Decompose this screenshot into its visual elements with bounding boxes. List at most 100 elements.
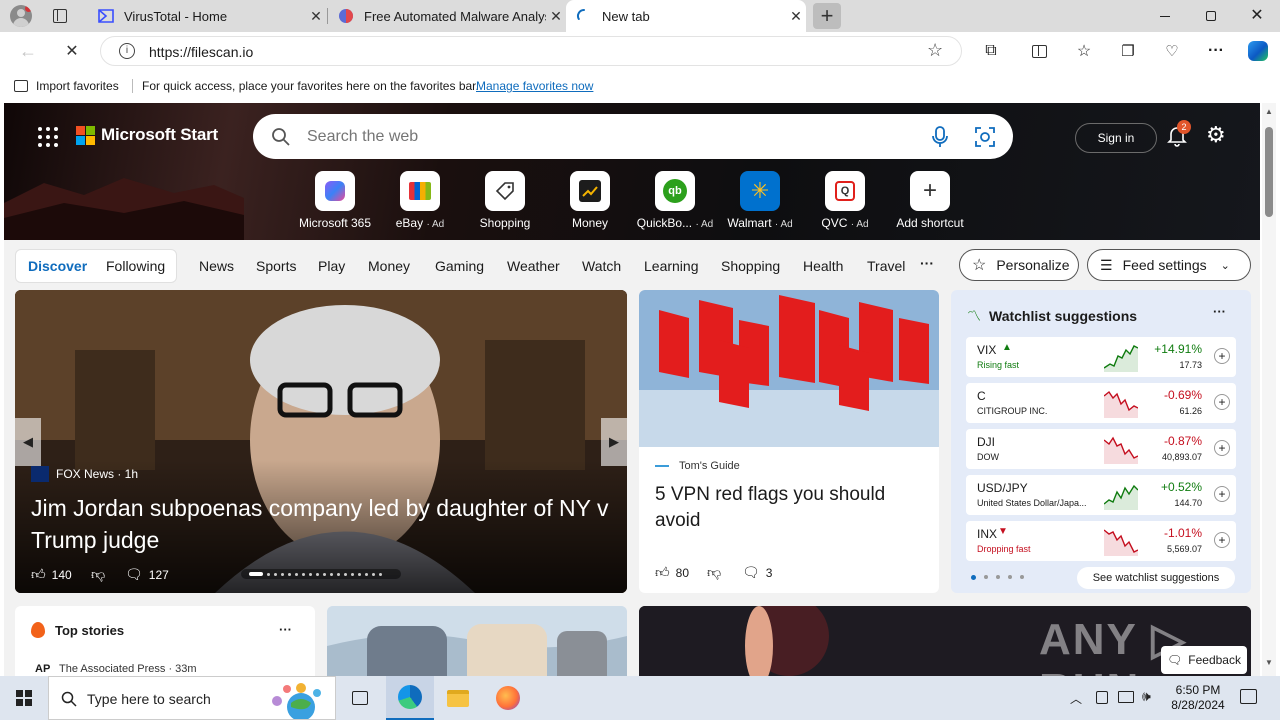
like-button[interactable]: 👍︎ 80: [655, 564, 689, 581]
start-button[interactable]: [0, 676, 48, 720]
see-watchlist-suggestions-button[interactable]: See watchlist suggestions: [1077, 567, 1235, 589]
site-info-icon[interactable]: i: [119, 43, 135, 59]
carousel-next-button[interactable]: ▶: [601, 418, 627, 466]
tab-new-tab[interactable]: New tab ✕: [566, 0, 806, 32]
shortcut-qvc[interactable]: Q QVC · Ad: [802, 171, 888, 230]
collections-icon[interactable]: ❐: [1113, 36, 1143, 66]
sign-in-button[interactable]: Sign in: [1075, 123, 1157, 153]
carousel-prev-button[interactable]: ◀: [15, 418, 41, 466]
close-tab-icon[interactable]: ✕: [786, 8, 806, 25]
copilot-icon[interactable]: [1243, 36, 1273, 66]
back-icon[interactable]: ←: [13, 36, 43, 66]
carousel-dots[interactable]: [241, 569, 401, 579]
notifications-bell-icon[interactable]: 2: [1167, 120, 1191, 149]
favorite-star-icon[interactable]: ☆: [927, 40, 943, 61]
extensions-icon[interactable]: ⧉: [976, 36, 1006, 66]
network-icon[interactable]: [1118, 691, 1134, 703]
taskbar-search-box[interactable]: Type here to search: [48, 676, 336, 720]
scroll-up-arrow-icon[interactable]: ▲: [1265, 107, 1273, 116]
dislike-button[interactable]: 👎︎: [91, 566, 105, 583]
nav-more-icon[interactable]: ···: [920, 255, 934, 271]
add-to-watchlist-icon[interactable]: +: [1214, 532, 1230, 548]
task-view-icon[interactable]: [336, 676, 384, 720]
vpn-story-card[interactable]: Tom's Guide 5 VPN red flags you should a…: [639, 290, 939, 593]
file-explorer-icon[interactable]: [434, 676, 482, 720]
scroll-down-arrow-icon[interactable]: ▼: [1265, 658, 1273, 667]
tab-filescan[interactable]: Free Automated Malware Analysis ✕: [328, 0, 566, 32]
shortcut-ebay[interactable]: eBay · Ad: [377, 171, 463, 230]
profile-avatar[interactable]: [10, 5, 32, 27]
watchlist-row-usdjpy[interactable]: USD/JPY United States Dollar/Japa... +0.…: [966, 475, 1236, 515]
watchlist-row-dji[interactable]: DJI DOW -0.87% 40,893.07 +: [966, 429, 1236, 469]
device-icon[interactable]: [1096, 691, 1108, 704]
volume-icon[interactable]: 🕪︎: [1142, 688, 1151, 705]
watchlist-row-c[interactable]: C CITIGROUP INC. -0.69% 61.26 +: [966, 383, 1236, 423]
microsoft-start-logo[interactable]: Microsoft Start: [76, 125, 218, 145]
settings-more-icon[interactable]: ···: [1201, 36, 1231, 66]
microphone-icon[interactable]: [931, 126, 949, 148]
restore-icon[interactable]: [1196, 8, 1226, 24]
nav-play[interactable]: Play: [318, 258, 345, 274]
nav-sports[interactable]: Sports: [256, 258, 296, 274]
add-to-watchlist-icon[interactable]: +: [1214, 348, 1230, 364]
add-to-watchlist-icon[interactable]: +: [1214, 394, 1230, 410]
visual-search-icon[interactable]: [974, 126, 996, 148]
page-settings-gear-icon[interactable]: ⚙: [1206, 124, 1226, 146]
tab-following[interactable]: Following: [106, 258, 165, 274]
manage-favorites-link[interactable]: Manage favorites now: [476, 79, 593, 93]
nav-travel[interactable]: Travel: [867, 258, 905, 274]
nav-shopping[interactable]: Shopping: [721, 258, 780, 274]
close-tab-icon[interactable]: ✕: [546, 8, 566, 25]
hero-story-card[interactable]: ◀ ▶ FOX News · 1h Jim Jordan subpoenas c…: [15, 290, 627, 593]
clock[interactable]: 6:50 PM 8/28/2024: [1164, 683, 1232, 713]
nav-learning[interactable]: Learning: [644, 258, 699, 274]
firefox-icon[interactable]: [484, 676, 532, 720]
watchlist-pager-dots[interactable]: [971, 575, 1024, 580]
search-input[interactable]: [307, 124, 867, 150]
comments-button[interactable]: 🗨︎ 127: [125, 566, 169, 583]
like-button[interactable]: 👍︎ 140: [31, 566, 72, 583]
shortcut-quickbooks[interactable]: qb QuickBo... · Ad: [632, 171, 718, 230]
nav-health[interactable]: Health: [803, 258, 843, 274]
top-stories-more-icon[interactable]: ···: [279, 622, 292, 637]
watchlist-row-vix[interactable]: VIX ▲ Rising fast +14.91% 17.73 +: [966, 337, 1236, 377]
apps-launcher-icon[interactable]: [38, 127, 58, 147]
feed-settings-button[interactable]: ☰ Feed settings ⌄: [1087, 249, 1251, 281]
shortcut-money[interactable]: Money: [547, 171, 633, 230]
close-tab-icon[interactable]: ✕: [306, 8, 326, 25]
show-hidden-icons-chevron[interactable]: ︿: [1070, 690, 1082, 707]
nav-news[interactable]: News: [199, 258, 234, 274]
minimize-icon[interactable]: [1150, 8, 1180, 24]
personalize-button[interactable]: ☆ Personalize: [959, 249, 1079, 281]
story-headline[interactable]: Jim Jordan subpoenas company led by daug…: [31, 492, 611, 556]
add-to-watchlist-icon[interactable]: +: [1214, 440, 1230, 456]
web-search-box[interactable]: [253, 114, 1013, 159]
feedback-button[interactable]: 🗨︎ Feedback: [1161, 646, 1247, 674]
shortcut-walmart[interactable]: ✳ Walmart · Ad: [717, 171, 803, 230]
add-shortcut-button[interactable]: + Add shortcut: [887, 171, 973, 230]
nav-money[interactable]: Money: [368, 258, 410, 274]
dislike-button[interactable]: 👎︎: [707, 564, 721, 581]
tab-actions-icon[interactable]: [53, 9, 67, 23]
stop-loading-icon[interactable]: ✕: [57, 36, 87, 66]
shortcut-shopping[interactable]: Shopping: [462, 171, 548, 230]
page-scrollbar[interactable]: ▲ ▼: [1262, 103, 1276, 676]
video-story-card[interactable]: ANY ▷ RUN 🗨︎ Feedback: [639, 606, 1251, 676]
shortcut-microsoft-365[interactable]: Microsoft 365: [292, 171, 378, 230]
split-screen-icon[interactable]: [1024, 36, 1054, 66]
add-to-watchlist-icon[interactable]: +: [1214, 486, 1230, 502]
watchlist-row-inx[interactable]: INX ▼ Dropping fast -1.01% 5,569.07 +: [966, 521, 1236, 561]
nav-gaming[interactable]: Gaming: [435, 258, 484, 274]
nav-weather[interactable]: Weather: [507, 258, 560, 274]
edge-taskbar-icon[interactable]: [386, 676, 434, 720]
notification-center-icon[interactable]: [1240, 689, 1257, 704]
comments-button[interactable]: 🗨︎ 3: [742, 564, 772, 581]
nav-watch[interactable]: Watch: [582, 258, 621, 274]
watchlist-more-icon[interactable]: ···: [1213, 304, 1226, 319]
tab-virustotal[interactable]: VirusTotal - Home ✕: [88, 0, 326, 32]
close-window-icon[interactable]: ✕: [1242, 5, 1272, 25]
story-headline[interactable]: 5 VPN red flags you should avoid: [655, 482, 925, 534]
address-bar[interactable]: i https://filescan.io ☆: [100, 36, 962, 66]
tab-discover[interactable]: Discover: [28, 258, 87, 274]
backpack-story-card[interactable]: [327, 606, 627, 676]
